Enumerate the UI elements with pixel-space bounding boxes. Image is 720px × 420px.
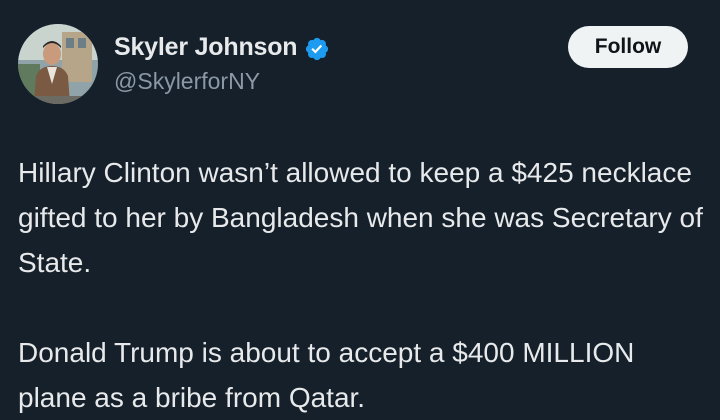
tweet-paragraph: Hillary Clinton wasn’t allowed to keep a…: [18, 157, 703, 278]
tweet-paragraph: Donald Trump is about to accept a $400 M…: [18, 337, 635, 413]
tweet-text: Hillary Clinton wasn’t allowed to keep a…: [18, 150, 708, 420]
tweet-card: Skyler Johnson @SkylerforNY Follow Hilla…: [0, 0, 720, 414]
author-display-name[interactable]: Skyler Johnson: [114, 33, 298, 62]
avatar-photo: [18, 24, 98, 104]
verified-badge-icon: [304, 36, 330, 62]
follow-button[interactable]: Follow: [568, 26, 688, 68]
avatar[interactable]: [18, 24, 98, 104]
author-handle[interactable]: @SkylerforNY: [114, 68, 260, 95]
author-name-row: Skyler Johnson: [114, 33, 330, 62]
